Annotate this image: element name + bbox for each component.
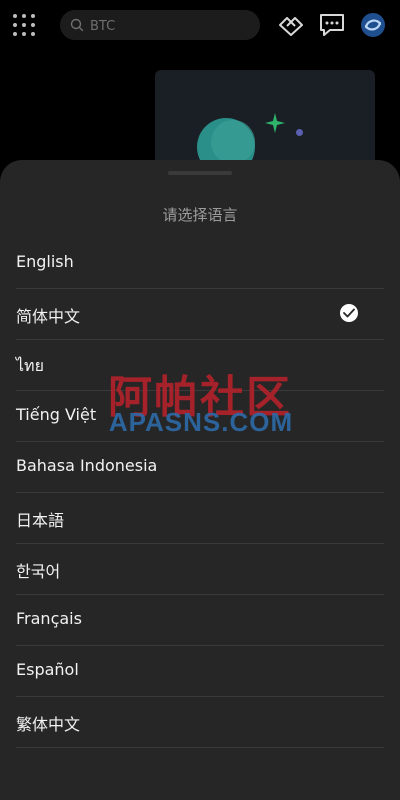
language-option-simplified-chinese[interactable]: 简体中文 — [16, 289, 384, 340]
language-label: Español — [16, 660, 79, 679]
handshake-icon[interactable] — [277, 11, 305, 39]
language-option-japanese[interactable]: 日本語 — [16, 493, 384, 544]
language-option-traditional-chinese[interactable]: 繁体中文 — [16, 697, 384, 748]
language-label: Bahasa Indonesia — [16, 456, 158, 475]
apps-grid-icon[interactable] — [13, 14, 35, 36]
planet-highlight — [211, 120, 255, 164]
search-input[interactable] — [88, 15, 252, 37]
sheet-title: 请选择语言 — [162, 206, 238, 224]
avatar-icon[interactable] — [359, 11, 387, 39]
language-option-korean[interactable]: 한국어 — [16, 544, 384, 595]
chat-icon[interactable] — [318, 11, 346, 39]
watermark-domain: APASNS.COM — [108, 407, 294, 437]
language-label: 日本語 — [16, 511, 65, 530]
language-label: Tiếng Việt — [16, 405, 97, 424]
language-option-english[interactable]: English — [16, 238, 384, 289]
sparkle-icon — [265, 113, 285, 133]
top-bar — [0, 0, 400, 50]
language-option-spanish[interactable]: Español — [16, 646, 384, 697]
sheet-drag-handle[interactable] — [168, 171, 232, 175]
language-option-indonesian[interactable]: Bahasa Indonesia — [16, 442, 384, 493]
language-list: English 简体中文 ไทย Tiếng Việt Bahasa Indon… — [16, 238, 384, 748]
language-label: Français — [16, 609, 82, 628]
language-option-french[interactable]: Français — [16, 595, 384, 646]
search-icon — [70, 18, 84, 32]
language-label: English — [16, 252, 74, 271]
language-sheet: 请选择语言 English 简体中文 ไทย Tiếng Việt Bahasa… — [0, 160, 400, 800]
language-label: ไทย — [16, 356, 44, 375]
search-bar[interactable] — [60, 10, 260, 40]
dot-decoration — [296, 129, 303, 136]
language-label: 한국어 — [16, 562, 61, 581]
language-label: 繁体中文 — [16, 715, 81, 734]
checkmark-icon — [340, 304, 358, 322]
language-label: 简体中文 — [16, 307, 81, 326]
